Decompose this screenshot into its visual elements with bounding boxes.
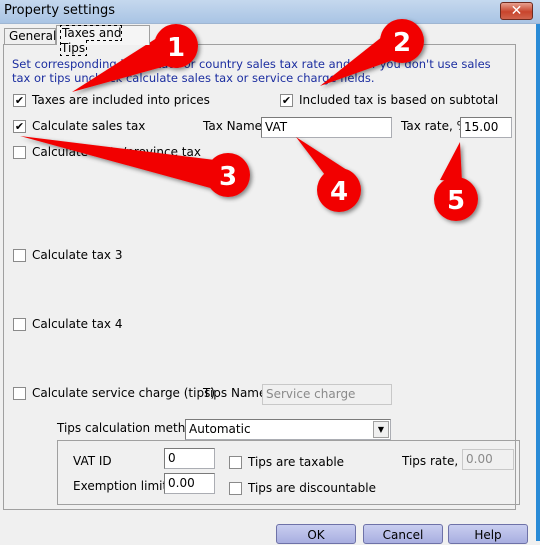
- close-icon: ✕: [510, 3, 523, 19]
- calculate-tax3-checkbox[interactable]: Calculate tax 3: [13, 248, 122, 262]
- exemption-limit-input[interactable]: 0.00: [164, 473, 215, 494]
- close-button[interactable]: ✕: [500, 2, 533, 20]
- checkbox-box[interactable]: ✔: [13, 93, 26, 107]
- cancel-button[interactable]: Cancel: [363, 524, 443, 544]
- tips-discountable-checkbox[interactable]: Tips are discountable: [229, 481, 376, 495]
- included-tax-subtotal-label: Included tax is based on subtotal: [299, 93, 499, 107]
- tab-general[interactable]: General: [4, 28, 56, 45]
- checkbox-box[interactable]: ✔: [13, 119, 26, 133]
- tax-rate-label: Tax rate, %: [401, 119, 469, 133]
- tips-taxable-label: Tips are taxable: [248, 455, 345, 469]
- tips-rate-label: Tips rate, %: [402, 454, 464, 468]
- included-tax-subtotal-checkbox[interactable]: ✔ Included tax is based on subtotal: [280, 93, 498, 107]
- calculate-sales-tax-label: Calculate sales tax: [32, 119, 146, 133]
- tips-name-input[interactable]: Service charge: [262, 384, 392, 405]
- calculate-tax3-label: Calculate tax 3: [32, 248, 123, 262]
- ok-button[interactable]: OK: [276, 524, 356, 544]
- calculate-sales-tax-checkbox[interactable]: ✔ Calculate sales tax: [13, 119, 145, 133]
- checkbox-box[interactable]: [13, 317, 26, 331]
- window-edge: [536, 24, 540, 541]
- tips-taxable-checkbox[interactable]: Tips are taxable: [229, 455, 344, 469]
- calculate-state-tax-checkbox[interactable]: Calculate state/province tax: [13, 145, 201, 159]
- tax-name-label: Tax Name:: [203, 119, 267, 133]
- tips-method-value: Automatic: [189, 422, 251, 436]
- checkbox-box[interactable]: [13, 248, 26, 262]
- checkbox-box[interactable]: [229, 481, 242, 495]
- tips-method-select[interactable]: Automatic ▼: [185, 419, 391, 440]
- calculate-tax4-label: Calculate tax 4: [32, 317, 123, 331]
- vat-id-input[interactable]: 0: [164, 448, 215, 469]
- calculate-service-charge-label: Calculate service charge (tips): [32, 386, 216, 400]
- taxes-included-checkbox[interactable]: ✔ Taxes are included into prices: [13, 93, 210, 107]
- calculate-service-charge-checkbox[interactable]: Calculate service charge (tips): [13, 386, 215, 400]
- window-title: Property settings: [4, 3, 115, 18]
- title-bar: Property settings ✕: [0, 0, 540, 24]
- calculate-state-tax-label: Calculate state/province tax: [32, 145, 201, 159]
- tax-name-input[interactable]: VAT: [261, 117, 392, 138]
- taxes-included-label: Taxes are included into prices: [32, 93, 210, 107]
- tips-discountable-label: Tips are discountable: [248, 481, 376, 495]
- checkbox-box[interactable]: [13, 386, 26, 400]
- checkbox-box[interactable]: ✔: [280, 93, 293, 107]
- checkbox-box[interactable]: [229, 455, 242, 469]
- checkbox-box[interactable]: [13, 145, 26, 159]
- exemption-limit-label: Exemption limit: [73, 479, 168, 493]
- help-button[interactable]: Help: [448, 524, 528, 544]
- info-text: Set corresponding local state or country…: [12, 57, 491, 85]
- chevron-down-icon[interactable]: ▼: [373, 421, 389, 438]
- tab-taxes-and-tips[interactable]: Taxes and Tips: [56, 25, 150, 56]
- tips-name-label: Tips Name:: [203, 386, 271, 400]
- tips-rate-input[interactable]: 0.00: [462, 449, 514, 470]
- tax-rate-input[interactable]: 15.00: [460, 117, 512, 138]
- calculate-tax4-checkbox[interactable]: Calculate tax 4: [13, 317, 122, 331]
- tips-settings-group: [57, 440, 520, 505]
- tips-method-label: Tips calculation method: [57, 421, 201, 435]
- vat-id-label: VAT ID: [73, 454, 112, 468]
